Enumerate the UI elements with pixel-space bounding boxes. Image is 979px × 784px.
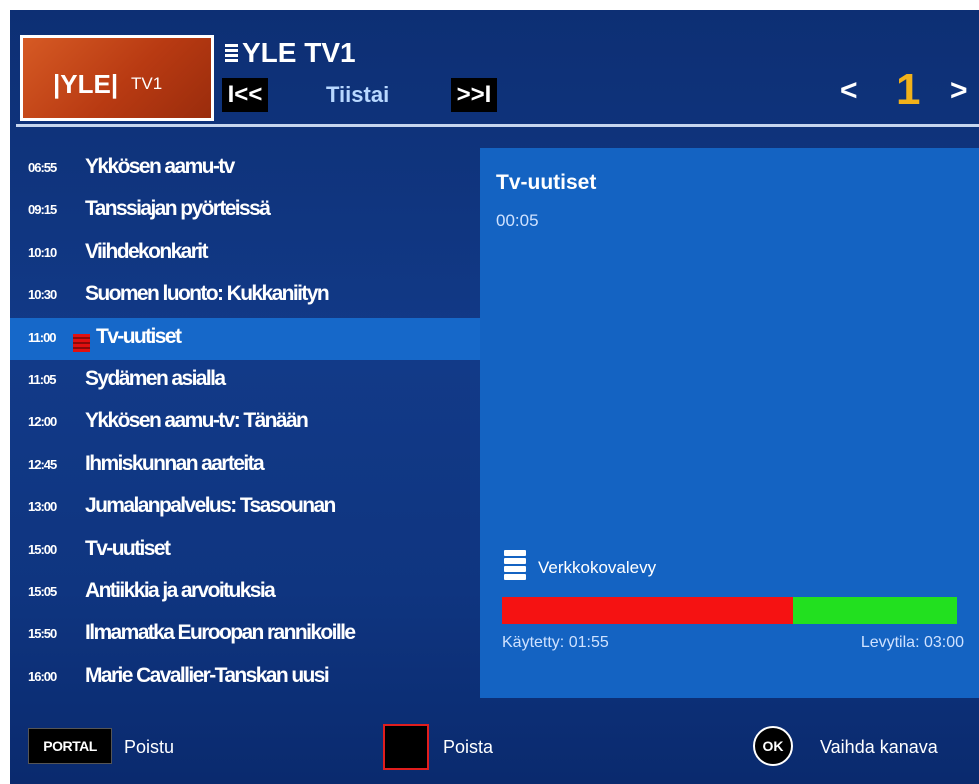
program-time: 15:05 xyxy=(28,583,57,599)
program-time: 12:00 xyxy=(28,414,57,430)
program-row[interactable]: 12:00 Ykkösen aamu-tv: Tänään xyxy=(10,402,480,444)
next-day-button[interactable]: >>I xyxy=(451,78,497,112)
detail-duration: 00:05 xyxy=(496,211,539,230)
program-row[interactable]: 06:55 Ykkösen aamu-tv xyxy=(10,148,480,190)
program-title: Tanssiajan pyörteissä xyxy=(85,197,271,221)
portal-key[interactable]: PORTAL xyxy=(28,728,112,764)
program-row[interactable]: 11:05 Sydämen asialla xyxy=(10,360,480,402)
header-divider xyxy=(16,124,979,127)
page-prev-icon[interactable]: < xyxy=(840,74,858,108)
network-drive-icon xyxy=(504,550,526,584)
program-time: 13:00 xyxy=(28,499,57,515)
channel-name: YLE TV1 xyxy=(242,37,356,68)
program-row[interactable]: 10:30 Suomen luonto: Kukkaniityn xyxy=(10,275,480,317)
program-title: Tv-uutiset xyxy=(85,536,171,560)
page-number: 1 xyxy=(896,65,921,114)
program-title: Antiikkia ja arvoituksia xyxy=(85,578,276,602)
program-title: Jumalanpalvelus: Tsasounan xyxy=(85,494,336,518)
storage-used-text: Käytetty: 01:55 xyxy=(502,634,609,651)
program-row[interactable]: 10:10 Viihdekonkarit xyxy=(10,233,480,275)
program-title: Tv-uutiset xyxy=(96,324,182,348)
program-title: Sydämen asialla xyxy=(85,366,226,390)
program-row[interactable]: 15:50 Ilmamatka Euroopan rannikoille xyxy=(10,614,480,656)
storage-free-text: Levytila: 03:00 xyxy=(860,634,964,651)
exit-label: Poistu xyxy=(124,737,175,757)
storage-used-fill xyxy=(502,597,793,624)
program-time: 09:15 xyxy=(28,202,57,218)
change-channel-label: Vaihda kanava xyxy=(820,737,938,757)
program-time: 11:00 xyxy=(28,329,57,345)
storage-usage-bar xyxy=(502,597,957,624)
program-row[interactable]: 09:15 Tanssiajan pyörteissä xyxy=(10,190,480,232)
program-row[interactable]: 12:45 Ihmiskunnan aarteita xyxy=(10,445,480,487)
red-key-button[interactable] xyxy=(383,724,429,770)
program-title: Viihdekonkarit xyxy=(85,239,209,263)
program-row[interactable]: 15:05 Antiikkia ja arvoituksia xyxy=(10,572,480,614)
program-time: 10:10 xyxy=(28,244,57,260)
program-detail-panel: Tv-uutiset 00:05 Verkkokovalevy Käytetty… xyxy=(480,148,979,698)
program-title: Ykkösen aamu-tv xyxy=(85,155,235,178)
program-time: 16:00 xyxy=(28,668,57,684)
ok-key-button[interactable]: OK xyxy=(753,726,793,766)
program-time: 06:55 xyxy=(28,160,57,175)
program-time: 15:50 xyxy=(28,626,57,642)
program-title: Marie Cavallier-Tanskan uusi xyxy=(85,663,330,687)
program-row[interactable]: 11:00 Tv-uutiset xyxy=(10,317,480,360)
logo-text: |YLE| xyxy=(53,69,119,99)
program-row[interactable]: 15:00 Tv-uutiset xyxy=(10,530,480,572)
program-time: 11:05 xyxy=(28,371,57,387)
program-title: Ihmiskunnan aarteita xyxy=(85,451,265,475)
program-time: 12:45 xyxy=(28,456,57,472)
storage-label: Verkkokovalevy xyxy=(538,558,657,577)
previous-day-button[interactable]: I<< xyxy=(222,78,268,112)
detail-title: Tv-uutiset xyxy=(496,171,597,194)
program-title: Suomen luonto: Kukkaniityn xyxy=(85,282,330,306)
yle-tv1-logo: |YLE| TV1 xyxy=(20,35,214,121)
program-row[interactable]: 13:00 Jumalanpalvelus: Tsasounan xyxy=(10,487,480,529)
logo-sub: TV1 xyxy=(131,74,163,93)
page-next-icon[interactable]: > xyxy=(950,74,968,108)
program-time: 15:00 xyxy=(28,541,57,557)
program-row[interactable]: 16:00 Marie Cavallier-Tanskan uusi xyxy=(10,657,480,699)
delete-label: Poista xyxy=(443,737,494,757)
epg-screen: |YLE| TV1 YLE TV1 I<< Tiistai >>I < 1 > … xyxy=(10,10,979,784)
program-title: Ykkösen aamu-tv: Tänään xyxy=(85,409,309,433)
channel-list-icon xyxy=(225,44,238,64)
program-time: 10:30 xyxy=(28,287,57,303)
day-label: Tiistai xyxy=(326,82,390,107)
recording-icon xyxy=(73,333,90,352)
program-title: Ilmamatka Euroopan rannikoille xyxy=(85,621,356,645)
program-list: 06:55 Ykkösen aamu-tv 09:15 Tanssiajan pyör… xyxy=(10,148,480,699)
